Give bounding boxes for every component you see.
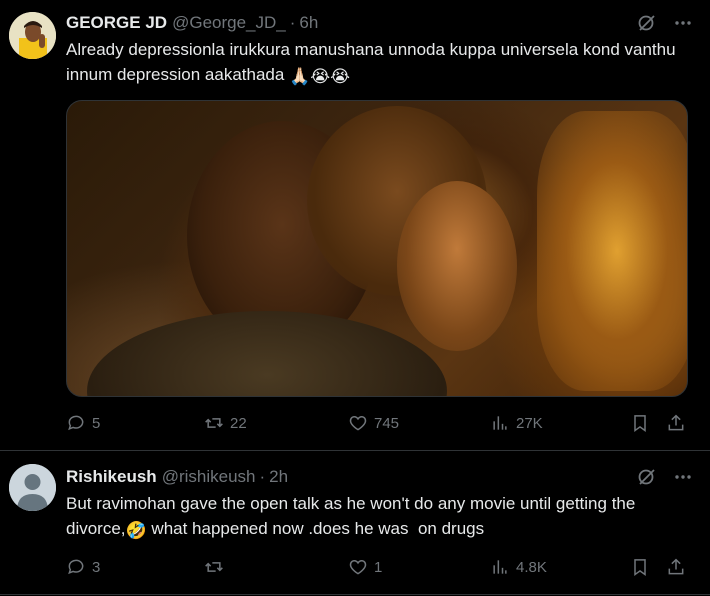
reply-button[interactable]: 3 [66,555,100,579]
reply-count: 3 [92,558,101,576]
tweet-header: GEORGE JD @George_JD_ · 6h [66,12,694,34]
user-handle[interactable]: @George_JD_ [172,13,286,33]
bookmark-icon [634,415,646,432]
tweet-actions: 5 22 745 27K [66,411,692,435]
bookmark-button[interactable] [630,411,650,435]
emoji: 🙏🏻😭😭 [289,67,350,86]
retweet-button[interactable] [204,555,230,579]
grok-icon[interactable] [636,466,658,488]
retweet-count: 22 [230,414,247,432]
reply-icon [68,415,84,431]
retweet-button[interactable]: 22 [204,411,247,435]
tweet-body-part2: what happened now .does he was on drugs [146,519,485,538]
header-actions [636,12,694,34]
more-icon[interactable] [672,466,694,488]
heart-icon [349,415,367,431]
reply-button[interactable]: 5 [66,411,100,435]
share-button[interactable] [666,411,686,435]
display-name[interactable]: Rishikeush [66,467,157,487]
like-count: 745 [374,414,400,432]
views-icon [493,416,507,430]
display-name[interactable]: GEORGE JD [66,13,167,33]
more-icon[interactable] [672,12,694,34]
separator: · [259,467,266,486]
like-button[interactable]: 1 [348,555,382,579]
view-count: 27K [516,414,543,432]
avatar[interactable] [9,464,56,511]
share-icon [668,414,684,431]
views-button[interactable]: 27K [490,411,543,435]
heart-icon [349,559,367,575]
views-button[interactable]: 4.8K [490,555,547,579]
tweet-reply[interactable]: Rishikeush @rishikeush · 2h But ravimoha… [0,451,710,594]
separator: · [289,13,296,32]
views-icon [493,560,507,574]
like-count: 1 [374,558,383,576]
tweet-text: Already depressionla irukkura manushana … [66,37,694,87]
tweet[interactable]: GEORGE JD @George_JD_ · 6h Already depre… [0,0,710,450]
like-button[interactable]: 745 [348,411,399,435]
image-figure-body [87,311,447,396]
timestamp[interactable]: 2h [269,467,288,487]
grok-icon[interactable] [636,12,658,34]
image-hand [397,181,517,351]
tweet-text: But ravimohan gave the open talk as he w… [66,491,694,541]
view-count: 4.8K [516,558,547,576]
reply-icon [68,559,84,575]
timestamp[interactable]: 6h [299,13,318,33]
tweet-image[interactable] [66,100,688,397]
user-handle[interactable]: @rishikeush [162,467,256,487]
bookmark-button[interactable] [630,555,650,579]
retweet-icon [205,562,223,572]
divider [0,594,710,595]
header-actions [636,466,694,488]
tweet-body: Already depressionla irukkura manushana … [66,40,676,84]
tweet-actions: 3 1 4.8K [66,555,692,579]
share-button[interactable] [666,555,686,579]
retweet-icon [205,418,223,428]
reply-count: 5 [92,414,101,432]
avatar[interactable] [9,12,56,59]
tweet-header: Rishikeush @rishikeush · 2h [66,466,694,488]
emoji: 🤣 [125,521,147,540]
share-icon [668,558,684,575]
image-light [537,111,687,391]
bookmark-icon [634,559,646,576]
